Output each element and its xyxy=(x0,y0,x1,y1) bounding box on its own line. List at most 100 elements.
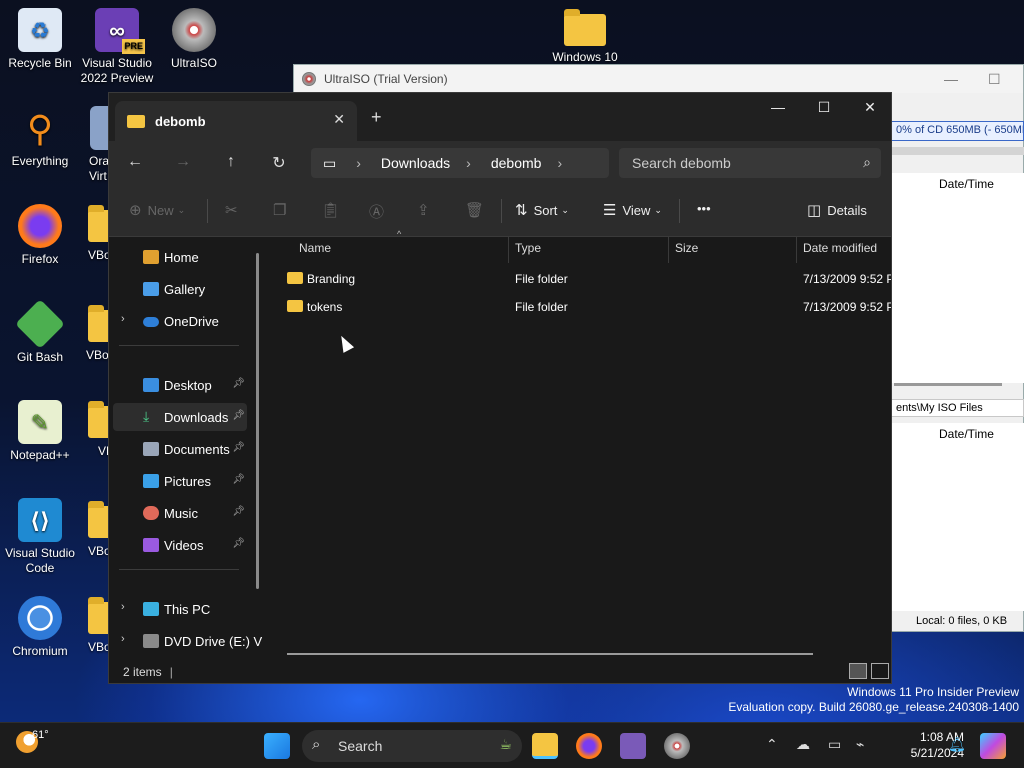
chevron-right-icon[interactable]: › xyxy=(121,633,125,645)
nav-item-this-pc[interactable]: › This PC xyxy=(113,595,247,623)
rename-button[interactable]: Ⓐ xyxy=(369,201,390,222)
details-view-icon[interactable] xyxy=(849,663,867,679)
chevron-right-icon[interactable]: › xyxy=(121,601,125,613)
forward-arrow-icon[interactable]: → xyxy=(171,153,195,171)
minimize-button[interactable]: — xyxy=(755,99,801,115)
ultraiso-col-datetime[interactable]: Date/Time xyxy=(939,177,994,191)
column-divider[interactable] xyxy=(668,237,669,263)
new-button[interactable]: ⊕ New ⌄ xyxy=(129,201,185,219)
ultraiso-local-list[interactable]: Date/Time xyxy=(891,423,1024,611)
horizontal-scrollbar[interactable] xyxy=(287,653,813,655)
back-arrow-icon[interactable]: ← xyxy=(123,153,147,171)
column-header-type[interactable]: Type xyxy=(515,241,541,263)
nav-item-home[interactable]: Home xyxy=(113,243,247,271)
minimize-icon[interactable]: — xyxy=(944,71,958,87)
ultraiso-titlebar[interactable]: UltraISO (Trial Version) — ☐ xyxy=(294,65,1023,93)
column-divider[interactable] xyxy=(508,237,509,263)
maximize-button[interactable]: ☐ xyxy=(801,99,847,116)
network-tray-icon[interactable]: ⌁ xyxy=(856,736,864,753)
notification-bell-icon[interactable]: 🔔︎ xyxy=(948,736,966,753)
column-divider[interactable] xyxy=(796,237,797,263)
search-input[interactable]: Search debomb ⌕ xyxy=(619,148,881,178)
close-button[interactable]: ✕ xyxy=(847,99,891,116)
new-tab-button[interactable]: + xyxy=(371,107,382,128)
firefox-taskbar-icon[interactable] xyxy=(576,733,602,759)
nav-item-dvd-drive[interactable]: › DVD Drive (E:) V xyxy=(113,627,262,655)
column-header-name[interactable]: Name xyxy=(299,241,331,263)
chevron-right-icon[interactable]: › xyxy=(557,155,562,171)
desktop-icon-chromium[interactable]: Chromium xyxy=(0,596,80,659)
desktop-icon-ultraiso[interactable]: UltraISO xyxy=(154,8,234,71)
desktop-icon-git-bash[interactable]: Git Bash xyxy=(0,299,80,365)
ultraiso-col-datetime[interactable]: Date/Time xyxy=(939,427,994,441)
maximize-icon[interactable]: ☐ xyxy=(988,71,1001,88)
desktop-icon-firefox[interactable]: Firefox xyxy=(0,204,80,267)
dvd-drive-icon xyxy=(143,634,159,648)
ultraiso-path-field[interactable]: ents\My ISO Files xyxy=(891,399,1024,417)
tab-debomb[interactable]: debomb ✕ xyxy=(115,101,357,141)
navigation-pane[interactable]: Home Gallery › OneDrive Desktop 📌︎ ⤓ Dow… xyxy=(109,237,269,657)
file-list[interactable]: ^ Name Type Size Date modified Branding … xyxy=(269,229,891,657)
ultraiso-iso-list[interactable]: Date/Time xyxy=(891,173,1024,383)
desktop-icon-notepadpp[interactable]: ✎ Notepad++ xyxy=(0,400,80,463)
nav-scrollbar[interactable] xyxy=(256,253,259,589)
nav-item-gallery[interactable]: Gallery xyxy=(113,275,247,303)
address-bar[interactable]: ▭ › Downloads › debomb › xyxy=(311,148,609,178)
cut-button[interactable]: ✂ xyxy=(225,201,244,219)
breadcrumb-downloads[interactable]: Downloads xyxy=(381,155,450,171)
sort-arrow-icon: ^ xyxy=(397,229,402,239)
nav-item-videos[interactable]: Videos 📌︎ xyxy=(113,531,247,559)
sort-button[interactable]: ⇅ Sort ⌄ xyxy=(515,201,569,219)
table-row[interactable]: Branding File folder 7/13/2009 9:52 PM xyxy=(269,267,891,291)
paste-button[interactable]: 📋︎ xyxy=(321,201,346,219)
chevron-right-icon[interactable]: › xyxy=(121,313,125,325)
file-explorer-window[interactable]: debomb ✕ + — ☐ ✕ ← → ↑ ↻ ▭ › Downloads ›… xyxy=(108,92,892,684)
desktop-folder-windows10[interactable]: Windows 10 xyxy=(545,8,625,65)
recycle-bin-icon: ♻ xyxy=(18,8,62,52)
tiles-view-icon[interactable] xyxy=(871,663,889,679)
breadcrumb-debomb[interactable]: debomb xyxy=(491,155,542,171)
nav-item-onedrive[interactable]: › OneDrive xyxy=(113,307,247,335)
start-button-icon[interactable] xyxy=(264,733,290,759)
documents-icon xyxy=(143,442,159,456)
nav-item-desktop[interactable]: Desktop 📌︎ xyxy=(113,371,247,399)
nav-item-downloads[interactable]: ⤓ Downloads 📌︎ xyxy=(113,403,247,431)
up-arrow-icon[interactable]: ↑ xyxy=(219,153,243,171)
onedrive-tray-icon[interactable]: ☁ xyxy=(796,736,810,753)
copilot-icon[interactable] xyxy=(980,733,1006,759)
taskbar: 61° ⌕ Search ☕︎ ⌃ ☁ ▭ ⌁ 1:08 AM 5/21/202… xyxy=(0,722,1024,768)
more-options-button[interactable]: ••• xyxy=(697,201,711,216)
share-button[interactable]: ⇪ xyxy=(417,201,436,219)
copy-button[interactable]: ❐ xyxy=(273,201,292,219)
view-button[interactable]: ☰ View ⌄ xyxy=(603,201,662,219)
desktop-icon-recycle-bin[interactable]: ♻ Recycle Bin xyxy=(0,8,80,71)
weather-widget[interactable]: 61° xyxy=(16,729,49,753)
taskbar-search[interactable]: ⌕ Search ☕︎ xyxy=(302,730,522,762)
desktop-folder-vbox[interactable]: VBo xyxy=(84,305,112,363)
details-button[interactable]: ◫ Details xyxy=(807,201,867,219)
explorer-tabbar[interactable]: debomb ✕ + — ☐ ✕ xyxy=(109,93,891,141)
onedrive-icon xyxy=(143,317,159,327)
desktop-folder-vbox[interactable]: VBo xyxy=(84,597,112,655)
nav-item-music[interactable]: Music 📌︎ xyxy=(113,499,247,527)
ultraiso-scrollbar[interactable] xyxy=(894,383,1002,386)
ultraiso-taskbar-icon[interactable] xyxy=(664,733,690,759)
column-header-size[interactable]: Size xyxy=(675,241,698,263)
nav-item-pictures[interactable]: Pictures 📌︎ xyxy=(113,467,247,495)
desktop-folder-vbox[interactable]: VBo xyxy=(84,205,112,263)
table-row[interactable]: tokens File folder 7/13/2009 9:52 PM xyxy=(269,295,891,319)
refresh-icon[interactable]: ↻ xyxy=(267,153,291,173)
desktop-icon-everything[interactable]: ⚲ Everything xyxy=(0,106,80,169)
desktop-folder-vbox[interactable]: VBo xyxy=(84,501,112,559)
column-header-date-modified[interactable]: Date modified xyxy=(803,241,877,263)
delete-button[interactable]: 🗑︎ xyxy=(465,201,490,219)
file-explorer-taskbar-icon[interactable] xyxy=(532,733,558,759)
app-taskbar-icon[interactable] xyxy=(620,733,646,759)
close-tab-icon[interactable]: ✕ xyxy=(333,111,345,128)
display-tray-icon[interactable]: ▭ xyxy=(828,736,841,753)
nav-item-documents[interactable]: Documents 📌︎ xyxy=(113,435,247,463)
desktop-folder-vbox[interactable]: VB xyxy=(84,401,114,459)
desktop-icon-visual-studio[interactable]: ∞ PRE Visual Studio 2022 Preview xyxy=(77,8,157,86)
desktop-icon-vscode[interactable]: ⟨⟩ Visual Studio Code xyxy=(0,498,80,576)
chevron-up-icon[interactable]: ⌃ xyxy=(766,736,778,753)
